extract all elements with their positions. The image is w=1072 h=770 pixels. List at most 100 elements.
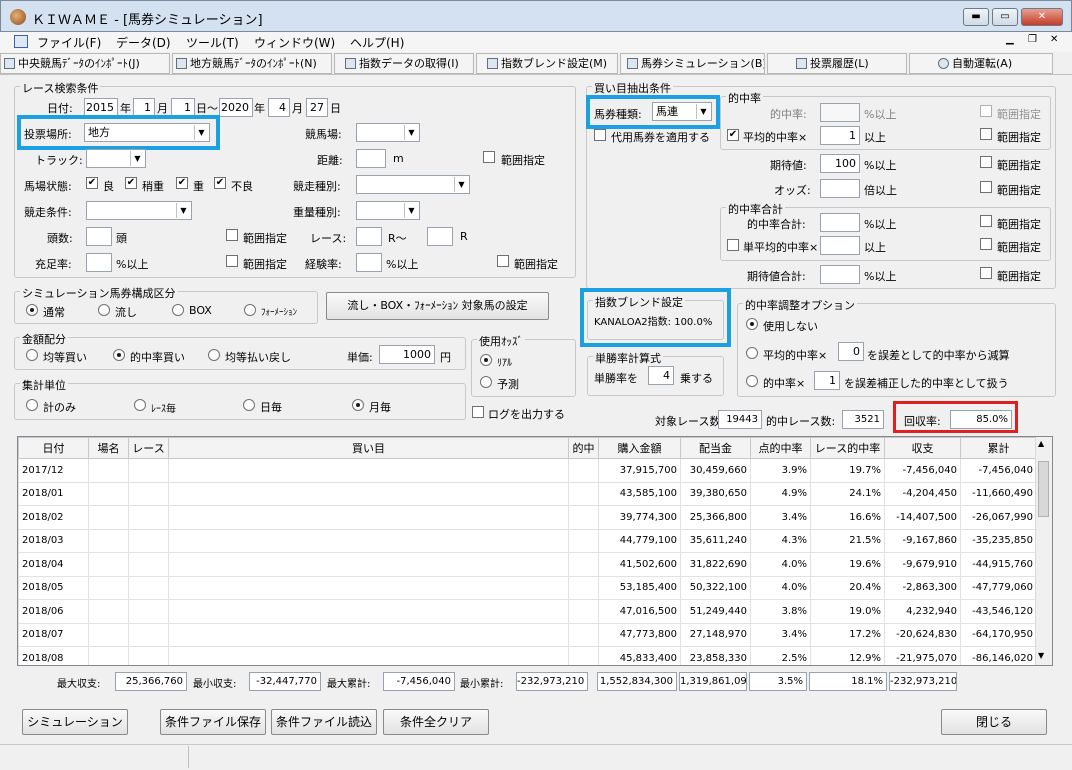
sim-formation-radio[interactable] <box>244 304 256 316</box>
column-header[interactable]: 購入金額 <box>598 437 681 459</box>
table-row[interactable]: 2018/06 47,016,500 51,249,440 3.8% 19.0% 4,23… <box>18 599 1037 624</box>
race-from-input[interactable] <box>356 227 382 246</box>
load-conditions-button[interactable]: 条件ファイル読込 <box>271 709 377 735</box>
weight-type-select[interactable]: ▼ <box>356 201 420 220</box>
sim-normal-radio[interactable] <box>26 304 38 316</box>
menu-help[interactable]: ヘルプ(H) <box>350 34 404 51</box>
target-horse-settings-button[interactable]: 流し・BOX・ﾌｫｰﾒｰｼｮﾝ 対象馬の設定 <box>326 292 549 320</box>
odds-predict-radio[interactable] <box>480 376 492 388</box>
menu-data[interactable]: データ(D) <box>116 34 171 51</box>
clear-conditions-button[interactable]: 条件全クリア <box>383 709 489 735</box>
column-header[interactable]: 配当金 <box>680 437 751 459</box>
minimize-button[interactable]: ▬ <box>963 8 989 26</box>
agg-month-radio[interactable] <box>352 399 364 411</box>
single-rate-input[interactable]: 4 <box>648 366 674 385</box>
import-local-button[interactable]: 地方競馬ﾃﾞｰﾀのｲﾝﾎﾟｰﾄ(N) <box>172 53 332 74</box>
adjust-subtract-input[interactable]: 0 <box>838 342 864 361</box>
log-output-checkbox[interactable] <box>472 406 484 418</box>
menu-file[interactable]: ファイル(F) <box>37 34 101 51</box>
single-avg-range-checkbox[interactable] <box>980 238 992 250</box>
column-header[interactable]: 収支 <box>884 437 961 459</box>
save-conditions-button[interactable]: 条件ファイル保存 <box>160 709 266 735</box>
unit-price-input[interactable]: 1000 <box>379 345 435 364</box>
table-row[interactable]: 2018/07 47,773,800 27,148,970 3.4% 17.2% -20,… <box>18 622 1037 647</box>
menu-tools[interactable]: ツール(T) <box>186 34 239 51</box>
adjust-none-radio[interactable] <box>746 318 758 330</box>
track-select[interactable]: ▼ <box>86 149 146 168</box>
avg-hit-range-checkbox[interactable] <box>980 128 992 140</box>
close-window-button[interactable]: ✕ <box>1021 8 1063 26</box>
alloc-hit-radio[interactable] <box>113 349 125 361</box>
exp-range-checkbox[interactable] <box>497 255 509 267</box>
fill-range-checkbox[interactable] <box>226 255 238 267</box>
good-checkbox[interactable]: ✔ <box>86 177 98 189</box>
sim-box-radio[interactable] <box>172 304 184 316</box>
avg-hit-input[interactable]: 1 <box>820 126 860 145</box>
expect-sum-range-checkbox[interactable] <box>980 267 992 279</box>
vote-history-button[interactable]: 投票履歴(L) <box>767 53 907 74</box>
race-to-input[interactable] <box>427 227 453 246</box>
column-header[interactable]: 的中 <box>568 437 599 459</box>
table-row[interactable]: 2017/12 37,915,700 30,459,660 3.9% 19.7% -7,4… <box>18 458 1037 483</box>
close-button[interactable]: 閉じる <box>941 709 1047 735</box>
column-header[interactable]: 累計 <box>960 437 1037 459</box>
maximize-button[interactable]: ▭ <box>992 8 1018 26</box>
auto-run-button[interactable]: 自動運転(A) <box>909 53 1053 74</box>
alloc-payout-radio[interactable] <box>208 349 220 361</box>
simulate-button[interactable]: シミュレーション <box>22 709 128 735</box>
heads-range-checkbox[interactable] <box>226 229 238 241</box>
table-row[interactable]: 2018/08 45,833,400 23,858,330 2.5% 12.9% -21,… <box>18 646 1037 665</box>
mdi-minimize-icon[interactable]: ▁ <box>1006 34 1014 45</box>
heads-input[interactable] <box>86 227 112 246</box>
race-cond-select[interactable]: ▼ <box>86 201 192 220</box>
grid-scrollbar[interactable]: ▲ ▼ <box>1035 437 1052 665</box>
index-blend-button[interactable]: 指数ブレンド設定(M) <box>476 53 618 74</box>
fill-input[interactable] <box>86 253 112 272</box>
substitute-ticket-checkbox[interactable] <box>594 129 606 141</box>
table-row[interactable]: 2018/01 43,585,100 39,380,650 4.9% 24.1% -4,2… <box>18 481 1037 506</box>
adjust-correct-input[interactable]: 1 <box>814 371 840 390</box>
race-type-select[interactable]: ▼ <box>356 175 470 194</box>
hit-rate-range-checkbox[interactable] <box>980 105 992 117</box>
odds-real-radio[interactable] <box>480 354 492 366</box>
heavy-checkbox[interactable]: ✔ <box>176 177 188 189</box>
to-month-input[interactable]: 4 <box>268 98 290 117</box>
avg-hit-checkbox[interactable]: ✔ <box>727 129 739 141</box>
results-grid[interactable]: 日付 場名 レース 買い目 的中 購入金額 配当金 点的中率 レース的中率 収支 累計 2017/1… <box>17 436 1053 666</box>
hit-sum-range-checkbox[interactable] <box>980 215 992 227</box>
column-header[interactable]: 日付 <box>18 437 89 459</box>
to-day-input[interactable]: 27 <box>306 98 328 117</box>
column-header[interactable]: レース的中率 <box>810 437 885 459</box>
expect-sum-input[interactable] <box>820 265 860 284</box>
column-header[interactable]: レース <box>128 437 169 459</box>
exp-input[interactable] <box>356 253 382 272</box>
bad-checkbox[interactable]: ✔ <box>214 177 226 189</box>
import-central-button[interactable]: 中央競馬ﾃﾞｰﾀのｲﾝﾎﾟｰﾄ(J) <box>0 53 170 74</box>
column-header[interactable]: 点的中率 <box>750 437 811 459</box>
to-year-input[interactable]: 2020 <box>219 98 253 117</box>
fetch-index-button[interactable]: 指数データの取得(I) <box>334 53 474 74</box>
table-row[interactable]: 2018/03 44,779,100 35,611,240 4.3% 21.5% -9,1… <box>18 528 1037 553</box>
agg-total-radio[interactable] <box>26 399 38 411</box>
mdi-restore-icon[interactable]: ❐ <box>1028 34 1037 45</box>
agg-day-radio[interactable] <box>243 399 255 411</box>
table-row[interactable]: 2018/04 41,502,600 31,822,690 4.0% 19.6% -9,6… <box>18 552 1037 577</box>
odds-range-checkbox[interactable] <box>980 181 992 193</box>
menu-window[interactable]: ウィンドウ(W) <box>254 34 335 51</box>
scroll-thumb[interactable] <box>1038 461 1049 517</box>
track-place-select[interactable]: ▼ <box>356 123 420 142</box>
sim-nagashi-radio[interactable] <box>98 304 110 316</box>
column-header[interactable]: 買い目 <box>168 437 569 459</box>
agg-race-radio[interactable] <box>134 399 146 411</box>
odds-value-input[interactable] <box>820 179 860 198</box>
mdi-close-icon[interactable]: ✕ <box>1050 34 1058 45</box>
table-row[interactable]: 2018/02 39,774,300 25,366,800 3.4% 16.6% -14,… <box>18 505 1037 530</box>
expect-range-checkbox[interactable] <box>980 156 992 168</box>
hit-sum-input[interactable] <box>820 213 860 232</box>
scroll-down-icon[interactable]: ▼ <box>1038 651 1044 660</box>
expect-input[interactable]: 100 <box>820 154 860 173</box>
ticket-simulation-button[interactable]: 馬券シミュレーション(B) <box>620 53 765 74</box>
single-avg-input[interactable] <box>820 236 860 255</box>
scroll-up-icon[interactable]: ▲ <box>1038 439 1044 448</box>
hit-rate-input[interactable] <box>820 103 860 122</box>
